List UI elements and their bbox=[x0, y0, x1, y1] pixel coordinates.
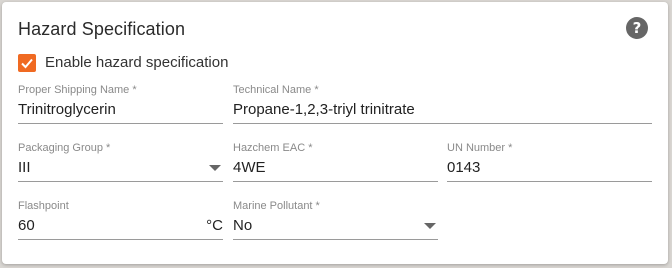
field-underline bbox=[233, 239, 438, 240]
un-number-label: UN Number * bbox=[447, 142, 513, 154]
proper-shipping-name-label: Proper Shipping Name * bbox=[18, 84, 137, 96]
technical-name-value[interactable]: Propane-1,2,3-triyl trinitrate bbox=[233, 101, 415, 118]
hazard-specification-panel: Hazard Specification ? Enable hazard spe… bbox=[2, 2, 668, 264]
flashpoint-field[interactable]: Flashpoint 60 °C bbox=[18, 200, 223, 240]
hazchem-eac-value[interactable]: 4WE bbox=[233, 159, 266, 176]
proper-shipping-name-value[interactable]: Trinitroglycerin bbox=[18, 101, 116, 118]
marine-pollutant-select[interactable]: Marine Pollutant * No bbox=[233, 200, 438, 240]
packaging-group-select[interactable]: Packaging Group * III bbox=[18, 142, 223, 182]
proper-shipping-name-field[interactable]: Proper Shipping Name * Trinitroglycerin bbox=[18, 84, 223, 124]
field-underline bbox=[18, 239, 223, 240]
field-underline bbox=[233, 181, 438, 182]
chevron-down-icon[interactable] bbox=[209, 165, 221, 171]
un-number-field[interactable]: UN Number * 0143 bbox=[447, 142, 652, 182]
enable-hazard-label: Enable hazard specification bbox=[45, 54, 229, 71]
hazchem-eac-label: Hazchem EAC * bbox=[233, 142, 313, 154]
hazchem-eac-field[interactable]: Hazchem EAC * 4WE bbox=[233, 142, 438, 182]
check-icon bbox=[21, 58, 33, 69]
help-icon[interactable]: ? bbox=[626, 17, 648, 39]
flashpoint-unit: °C bbox=[206, 217, 223, 234]
packaging-group-label: Packaging Group * bbox=[18, 142, 111, 154]
chevron-down-icon[interactable] bbox=[424, 223, 436, 229]
panel-title: Hazard Specification bbox=[18, 19, 186, 39]
marine-pollutant-value[interactable]: No bbox=[233, 217, 252, 234]
flashpoint-label: Flashpoint bbox=[18, 200, 69, 212]
marine-pollutant-label: Marine Pollutant * bbox=[233, 200, 320, 212]
field-underline bbox=[18, 181, 223, 182]
enable-hazard-checkbox[interactable] bbox=[18, 54, 36, 72]
field-underline bbox=[447, 181, 652, 182]
flashpoint-value[interactable]: 60 bbox=[18, 217, 35, 234]
packaging-group-value[interactable]: III bbox=[18, 159, 31, 176]
technical-name-label: Technical Name * bbox=[233, 84, 319, 96]
field-underline bbox=[233, 123, 652, 124]
technical-name-field[interactable]: Technical Name * Propane-1,2,3-triyl tri… bbox=[233, 84, 652, 124]
un-number-value[interactable]: 0143 bbox=[447, 159, 480, 176]
field-underline bbox=[18, 123, 223, 124]
